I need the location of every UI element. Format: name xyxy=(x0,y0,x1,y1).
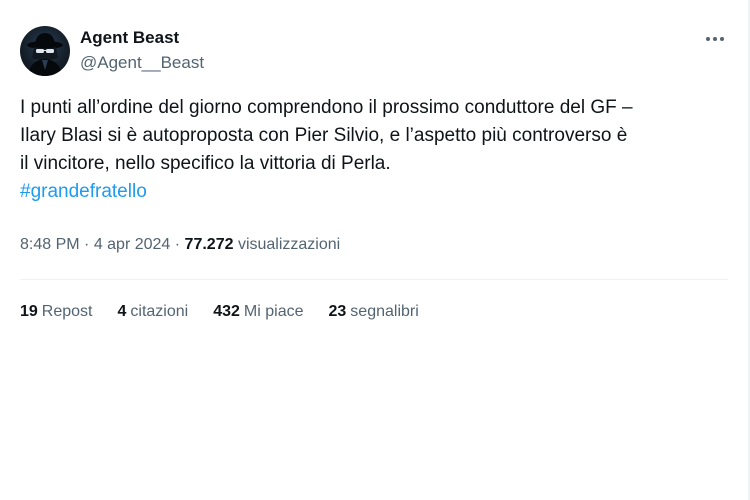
views-label: visualizzazioni xyxy=(237,236,341,253)
tweet-time[interactable]: 8:48 PM xyxy=(20,236,80,253)
hashtag-link[interactable]: #grandefratello xyxy=(20,178,730,206)
tweet-meta: 8:48 PM · 4 apr 2024 · 77.272 visualizza… xyxy=(20,234,340,256)
views-count: 77.272 xyxy=(184,236,234,253)
stat-label: Repost xyxy=(41,303,93,320)
more-horizontal-icon xyxy=(706,37,724,41)
tweet-date[interactable]: 4 apr 2024 xyxy=(94,236,171,253)
tweet-text-line: il vincitore, nello specifico la vittori… xyxy=(20,153,391,174)
meta-separator: · xyxy=(79,236,94,253)
meta-separator: · xyxy=(170,236,185,253)
stat-label: Mi piace xyxy=(243,303,304,320)
avatar[interactable] xyxy=(20,26,70,76)
stat-label: segnalibri xyxy=(350,303,419,320)
divider xyxy=(20,279,728,280)
stat-count: 23 xyxy=(328,303,347,320)
bookmarks-stat[interactable]: 23 segnalibri xyxy=(329,301,419,323)
tweet-text-line: Ilary Blasi si è autoproposta con Pier S… xyxy=(20,125,628,146)
stat-count: 432 xyxy=(213,303,240,320)
engagement-stats: 19 Repost 4 citazioni 432 Mi piace 23 segnal… xyxy=(20,301,444,323)
more-options-button[interactable] xyxy=(700,24,730,54)
reposts-stat[interactable]: 19 Repost xyxy=(20,301,93,323)
quotes-stat[interactable]: 4 citazioni xyxy=(118,301,189,323)
tweet-text: I punti all’ordine del giorno comprendon… xyxy=(20,94,730,206)
author-handle[interactable]: @Agent__Beast xyxy=(80,53,204,73)
author-display-name[interactable]: Agent Beast xyxy=(80,28,179,48)
hooded-agent-avatar-icon xyxy=(27,33,63,76)
stat-label: citazioni xyxy=(130,303,189,320)
likes-stat[interactable]: 432 Mi piace xyxy=(213,301,303,323)
stat-count: 19 xyxy=(20,303,38,320)
stat-count: 4 xyxy=(117,303,127,320)
tweet-text-line: I punti all’ordine del giorno comprendon… xyxy=(20,97,633,118)
